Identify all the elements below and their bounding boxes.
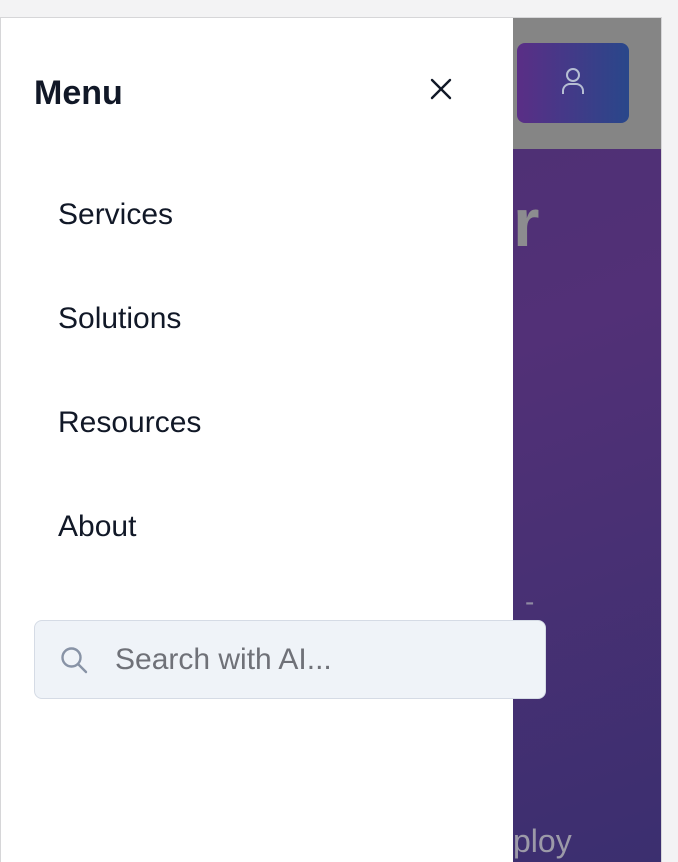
close-icon xyxy=(429,77,453,106)
hero-text-fragment: ploy xyxy=(513,823,572,859)
ai-search-box[interactable] xyxy=(34,620,546,699)
close-menu-button[interactable] xyxy=(426,76,456,106)
mobile-menu-drawer: Menu Services Solutions Resources About xyxy=(1,18,513,862)
menu-item-solutions[interactable]: Solutions xyxy=(58,302,201,406)
user-icon xyxy=(561,66,585,101)
menu-item-services[interactable]: Services xyxy=(58,198,201,302)
account-button[interactable] xyxy=(517,43,629,123)
hero-heading-fragment: r xyxy=(513,185,540,261)
search-input[interactable] xyxy=(115,642,515,677)
browser-viewport: r - ploy Menu Services Solutions Resourc… xyxy=(0,17,662,862)
search-icon xyxy=(59,645,89,675)
menu-item-about[interactable]: About xyxy=(58,510,201,614)
hero-subtitle-fragment: - xyxy=(525,586,535,617)
menu-nav: Services Solutions Resources About xyxy=(58,198,201,614)
menu-title: Menu xyxy=(34,74,123,112)
menu-item-resources[interactable]: Resources xyxy=(58,406,201,510)
